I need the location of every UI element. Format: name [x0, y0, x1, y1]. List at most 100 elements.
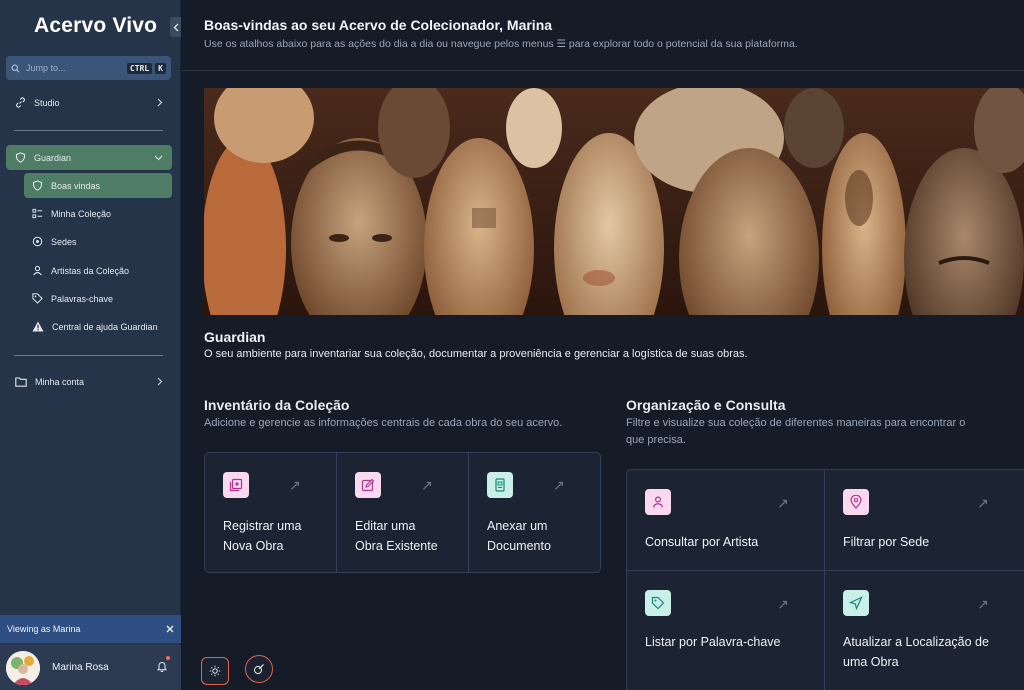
kbd-k: K — [155, 62, 166, 74]
page-title: Boas-vindas ao seu Acervo de Colecionado… — [204, 17, 553, 33]
avatar[interactable] — [6, 650, 40, 685]
tag-icon — [645, 590, 671, 616]
card-label: Anexar um Documento — [487, 516, 551, 556]
sidebar-subitem-central-ajuda[interactable]: Central de ajuda Guardian — [24, 314, 172, 339]
tag-icon — [32, 293, 43, 304]
artist-icon — [645, 489, 671, 515]
list-icon — [32, 208, 43, 219]
viewing-as-banner: Viewing as Marina — [0, 615, 181, 643]
kbd-ctrl: CTRL — [126, 62, 153, 74]
search-icon — [11, 64, 20, 72]
sidebar-item-studio[interactable]: Studio — [6, 90, 172, 115]
inventory-title: Inventário da Coleção — [204, 397, 350, 413]
organization-description-line2: que precisa. — [626, 434, 686, 446]
inventory-cards: ↗ Registrar uma Nova Obra ↗ Editar uma O… — [204, 452, 601, 573]
card-label-line1: Registrar uma — [223, 519, 302, 533]
sidebar-divider — [14, 130, 163, 131]
arrow-up-right-icon: ↗ — [421, 477, 433, 493]
add-artwork-icon — [223, 472, 249, 498]
arrow-up-right-icon: ↗ — [777, 495, 789, 511]
edit-icon — [355, 472, 381, 498]
arrow-up-right-icon: ↗ — [777, 596, 789, 612]
edit-fab[interactable] — [245, 655, 273, 683]
header-divider — [181, 70, 1024, 71]
card-label-line1: Anexar um — [487, 519, 548, 533]
user-name: Marina Rosa — [52, 662, 109, 673]
section-title: Guardian — [204, 329, 266, 345]
list-by-keyword-card[interactable]: ↗ Listar por Palavra-chave — [627, 571, 824, 690]
search-placeholder: Jump to... — [26, 63, 66, 73]
sidebar-subitem-label: Artistas da Coleção — [51, 265, 130, 276]
card-label: Editar uma Obra Existente — [355, 516, 438, 556]
notification-dot — [166, 655, 170, 660]
card-label: Atualizar a Localização de uma Obra — [843, 632, 989, 672]
card-label-line2: Obra Existente — [355, 539, 438, 553]
inventory-description: Adicione e gerencie as informações centr… — [204, 417, 563, 429]
filter-by-location-card[interactable]: ↗ Filtrar por Sede — [825, 470, 1024, 570]
chevron-down-icon — [154, 155, 163, 160]
bell-icon — [156, 661, 168, 672]
arrow-up-right-icon: ↗ — [289, 477, 301, 493]
sidebar-subitem-label: Central de ajuda Guardian — [52, 321, 158, 332]
sidebar-item-guardian[interactable]: Guardian — [6, 145, 172, 170]
card-label: Listar por Palavra-chave — [645, 635, 781, 649]
jump-to-search[interactable]: Jump to... CTRL K — [6, 56, 171, 80]
card-label-line1: Editar uma — [355, 519, 416, 533]
section-description: O seu ambiente para inventariar sua cole… — [204, 348, 748, 360]
avatar-illustration — [6, 650, 40, 685]
sidebar-subitem-label: Palavras-chave — [51, 293, 114, 304]
app-logo[interactable]: Acervo Vivo — [34, 14, 157, 38]
close-icon[interactable] — [166, 625, 174, 633]
viewing-as-label: Viewing as Marina — [7, 624, 81, 634]
settings-fab[interactable] — [201, 657, 229, 685]
location-pin-icon — [843, 489, 869, 515]
hero-banner-image — [204, 88, 1024, 315]
sidebar-subitem-palavras-chave[interactable]: Palavras-chave — [24, 286, 172, 311]
register-artwork-card[interactable]: ↗ Registrar uma Nova Obra — [205, 453, 337, 572]
card-label: Consultar por Artista — [645, 535, 759, 549]
sidebar-item-label: Studio — [34, 97, 60, 108]
card-label-line2: Documento — [487, 539, 551, 553]
user-profile[interactable]: Marina Rosa — [0, 645, 181, 690]
notifications-button[interactable] — [156, 655, 170, 677]
folder-icon — [15, 376, 27, 387]
chevron-right-icon — [157, 98, 163, 107]
user-icon — [33, 265, 42, 276]
pencil-icon — [254, 664, 264, 674]
arrow-up-right-icon: ↗ — [553, 477, 565, 493]
card-label-line1: Atualizar a Localização de — [843, 635, 989, 649]
card-label-line2: Nova Obra — [223, 539, 284, 553]
sidebar-subitem-artistas[interactable]: Artistas da Coleção — [24, 258, 172, 283]
sidebar-item-label: Guardian — [34, 152, 72, 163]
card-label-line2: uma Obra — [843, 655, 899, 669]
sidebar: Acervo Vivo Jump to... CTRL K Studio Gua… — [0, 0, 181, 690]
edit-artwork-card[interactable]: ↗ Editar uma Obra Existente — [337, 453, 469, 572]
main-content: Boas-vindas ao seu Acervo de Colecionado… — [181, 0, 1024, 690]
attach-document-card[interactable]: ↗ Anexar um Documento — [469, 453, 600, 572]
sidebar-subitem-minha-colecao[interactable]: Minha Coleção — [24, 201, 172, 226]
chevron-right-icon — [157, 377, 163, 386]
sun-icon — [209, 665, 221, 677]
collapse-sidebar-button[interactable] — [170, 17, 181, 37]
page-subtitle: Use os atalhos abaixo para as ações do d… — [204, 38, 798, 50]
masks-illustration — [204, 88, 1024, 315]
sidebar-divider — [14, 355, 163, 356]
sidebar-subitem-sedes[interactable]: Sedes — [24, 229, 172, 254]
organization-description: Filtre e visualize sua coleção de difere… — [626, 415, 965, 449]
update-location-card[interactable]: ↗ Atualizar a Localização de uma Obra — [825, 571, 1024, 690]
sidebar-subitem-boas-vindas[interactable]: Boas vindas — [24, 173, 172, 198]
sidebar-item-minha-conta[interactable]: Minha conta — [6, 369, 172, 394]
shield-icon — [15, 152, 26, 163]
arrow-up-right-icon: ↗ — [977, 596, 989, 612]
location-pin-icon — [32, 236, 43, 247]
organization-cards: ↗ Consultar por Artista ↗ Filtrar por Se… — [626, 469, 1024, 690]
sidebar-item-label: Minha conta — [35, 376, 85, 387]
chevron-left-icon — [173, 23, 178, 31]
shield-icon — [32, 180, 43, 191]
card-label: Registrar uma Nova Obra — [223, 516, 302, 556]
sidebar-subitem-label: Minha Coleção — [51, 208, 112, 219]
link-icon — [16, 97, 25, 108]
document-icon — [487, 472, 513, 498]
search-by-artist-card[interactable]: ↗ Consultar por Artista — [627, 470, 824, 570]
sidebar-subitem-label: Boas vindas — [51, 180, 101, 191]
